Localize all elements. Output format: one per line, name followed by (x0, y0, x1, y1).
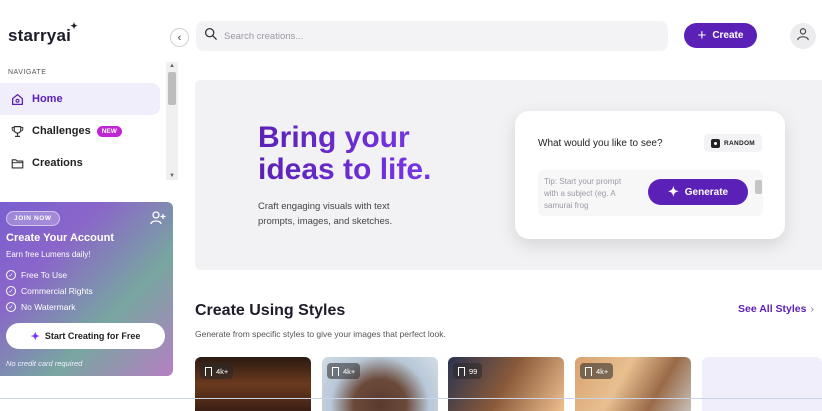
check-circle-icon: ✓ (6, 270, 16, 280)
create-label: Create (712, 30, 744, 41)
trophy-icon (9, 123, 25, 139)
sidebar-item-label: Creations (32, 157, 83, 169)
perk-item: ✓ Free To Use (6, 270, 67, 280)
signup-promo-card: JOIN NOW Create Your Account Earn free L… (0, 202, 173, 376)
create-button[interactable]: + Create (684, 23, 757, 48)
perk-label: No Watermark (21, 302, 76, 312)
scroll-down-icon[interactable]: ▼ (169, 173, 175, 179)
sidebar-item-creations[interactable]: Creations (0, 147, 160, 179)
usage-count: 4k+ (216, 366, 229, 376)
user-avatar[interactable] (790, 23, 816, 49)
home-icon (9, 91, 25, 107)
sidebar-item-home[interactable]: Home (0, 83, 160, 115)
add-user-icon[interactable] (150, 210, 166, 226)
promo-title: Create Your Account (6, 232, 114, 244)
perk-item: ✓ No Watermark (6, 302, 75, 312)
style-card[interactable]: 4k+ (322, 357, 438, 411)
bookmark-icon (205, 366, 212, 376)
chevron-left-icon: ‹ (177, 31, 182, 44)
generate-button[interactable]: ✦ Generate (648, 179, 748, 205)
usage-count-badge: 4k+ (580, 363, 614, 379)
scroll-up-icon[interactable]: ▲ (169, 63, 175, 69)
logo-text: starryai (8, 26, 72, 45)
see-all-label: See All Styles (738, 303, 807, 315)
start-creating-label: Start Creating for Free (44, 331, 141, 341)
random-label: RANDOM (723, 139, 756, 147)
style-card-placeholder[interactable] (702, 357, 822, 411)
scroll-thumb[interactable] (755, 180, 762, 194)
folder-icon (9, 155, 25, 171)
sidebar-item-label: Home (32, 93, 63, 105)
search-icon (204, 27, 217, 45)
divider (0, 398, 822, 399)
dice-icon (710, 138, 720, 148)
hero-title: Bring your ideas to life. (258, 122, 458, 186)
sparkle-icon: ✦ (30, 330, 40, 343)
perk-label: Commercial Rights (21, 286, 93, 296)
promo-subtitle: Earn free Lumens daily! (6, 250, 91, 259)
scroll-thumb[interactable] (168, 72, 176, 105)
sidebar: starryai ✦ NAVIGATE Home Challenges NEW C… (0, 0, 180, 411)
nav-heading: NAVIGATE (8, 69, 47, 76)
usage-count: 4k+ (596, 366, 609, 376)
start-creating-button[interactable]: ✦ Start Creating for Free (6, 323, 165, 349)
usage-count: 4k+ (343, 366, 356, 376)
chevron-right-icon: › (810, 303, 814, 315)
style-card[interactable]: 99 (448, 357, 564, 411)
usage-count-badge: 99 (453, 363, 483, 379)
bookmark-icon (585, 366, 592, 376)
perk-label: Free To Use (21, 270, 68, 280)
styles-section-subtitle: Generate from specific styles to give yo… (195, 329, 446, 339)
see-all-styles-link[interactable]: See All Styles › (738, 303, 814, 315)
bookmark-icon (458, 366, 465, 376)
usage-count-badge: 4k+ (327, 363, 361, 379)
prompt-card: What would you like to see? RANDOM Tip: … (515, 111, 785, 239)
app-root: starryai ✦ NAVIGATE Home Challenges NEW C… (0, 0, 822, 411)
check-circle-icon: ✓ (6, 302, 16, 312)
hero-description: Craft engaging visuals with text prompts… (258, 201, 393, 227)
generate-label: Generate (684, 186, 729, 198)
random-button[interactable]: RANDOM (704, 134, 762, 152)
sidebar-item-label: Challenges (32, 125, 91, 137)
prompt-scrollbar[interactable] (754, 170, 763, 216)
styles-section-title: Create Using Styles (195, 302, 346, 319)
logo[interactable]: starryai ✦ (8, 21, 78, 46)
sidebar-scrollbar[interactable]: ▲ ▼ (166, 62, 178, 180)
perk-item: ✓ Commercial Rights (6, 286, 93, 296)
prompt-placeholder: Tip: Start your prompt with a subject (e… (544, 177, 622, 210)
bookmark-icon (332, 366, 339, 376)
search-bar[interactable] (196, 21, 668, 51)
no-credit-card-note: No credit card required (6, 359, 83, 368)
sidebar-item-challenges[interactable]: Challenges NEW (0, 115, 160, 147)
plus-icon: + (697, 27, 707, 44)
search-input[interactable] (224, 30, 624, 42)
sparkle-icon: ✦ (667, 184, 679, 199)
user-icon (796, 27, 810, 46)
prompt-question: What would you like to see? (538, 138, 663, 149)
collapse-sidebar-button[interactable]: ‹ (170, 28, 189, 47)
join-now-pill: JOIN NOW (6, 211, 60, 226)
usage-count-badge: 4k+ (200, 363, 234, 379)
style-card[interactable]: 4k+ (195, 357, 311, 411)
usage-count: 99 (469, 366, 478, 376)
new-badge: NEW (96, 125, 122, 137)
style-card[interactable]: 4k+ (575, 357, 691, 411)
check-circle-icon: ✓ (6, 286, 16, 296)
sparkle-icon: ✦ (70, 21, 79, 31)
